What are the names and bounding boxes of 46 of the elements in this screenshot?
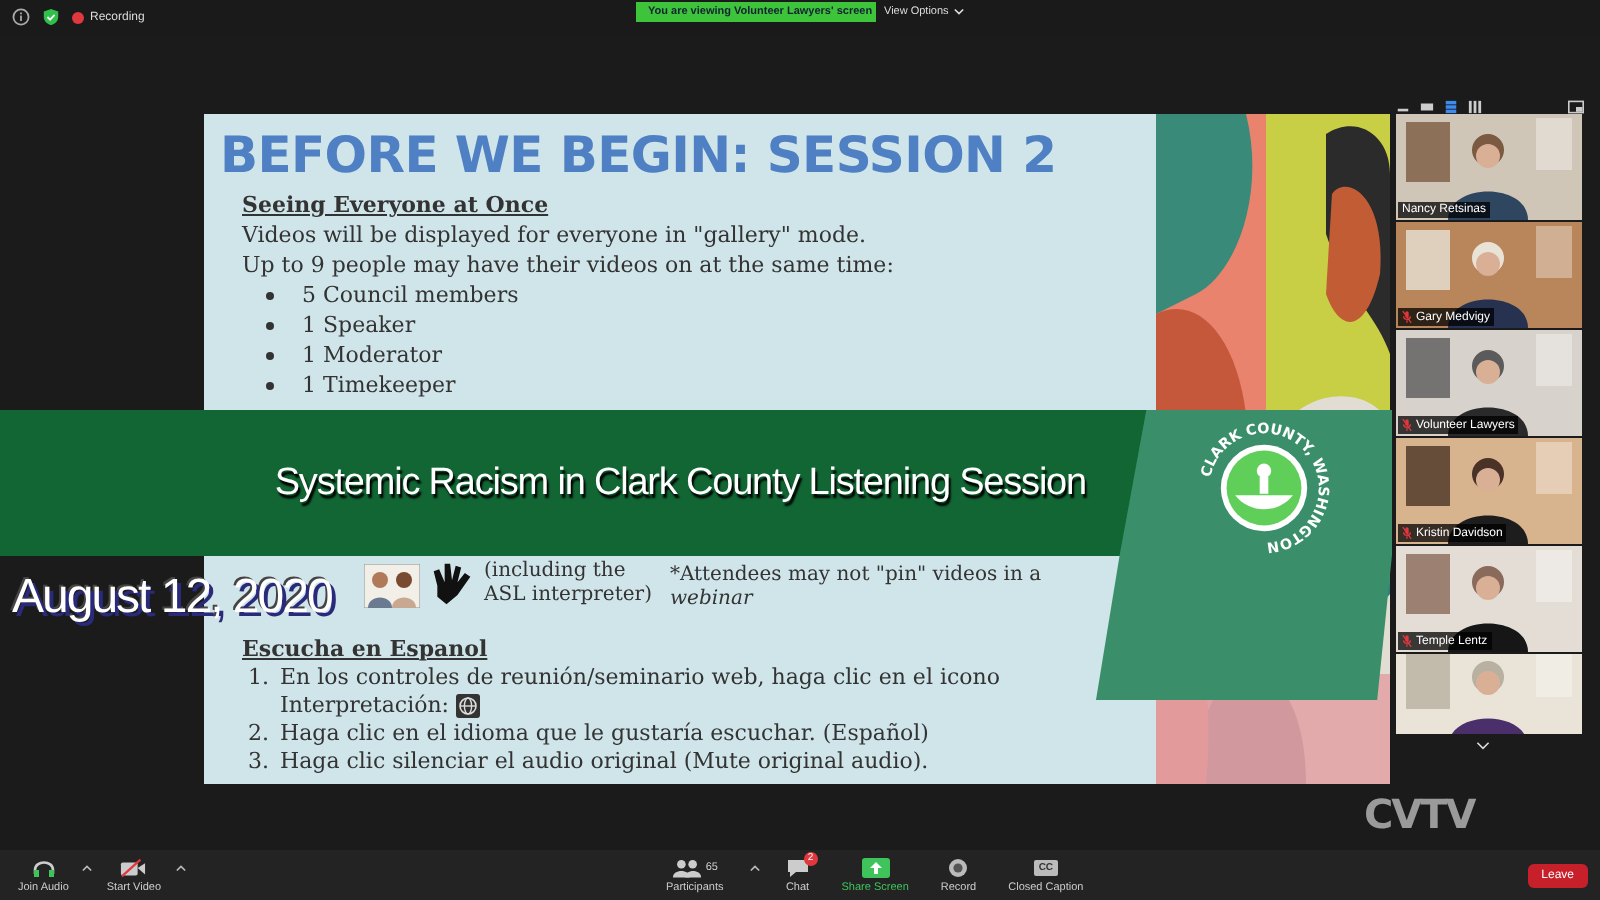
slide-text: Videos will be displayed for everyone in "gallery" mode. xyxy=(242,220,868,250)
slide-text: Up to 9 people may have their videos on at the same time: xyxy=(242,250,896,280)
people-icon xyxy=(671,857,702,877)
chevron-down-icon[interactable] xyxy=(1476,742,1490,750)
recording-dot-icon xyxy=(72,11,84,23)
grid-view-icon[interactable] xyxy=(1468,100,1482,114)
step-text: En los controles de reunión/seminario web, haga clic en el icono xyxy=(280,664,1000,690)
caret-up-icon[interactable] xyxy=(749,863,760,871)
bullet-dot-icon xyxy=(266,381,274,389)
slide-text: (including the xyxy=(484,560,628,584)
record-icon xyxy=(948,857,969,877)
strip-view-icon[interactable] xyxy=(1420,100,1434,114)
headphones-icon xyxy=(31,857,56,877)
slide-heading: Seeing Everyone at Once xyxy=(242,192,551,220)
bullet-dot-icon xyxy=(266,291,274,299)
step-text: Haga clic en el idioma que le gustaría escuchar. (Español) xyxy=(280,720,929,746)
shield-icon[interactable] xyxy=(42,8,60,26)
step-number: 2. xyxy=(248,720,271,748)
caret-up-icon[interactable] xyxy=(82,863,93,871)
chat-icon xyxy=(785,857,810,877)
step-number: 1. xyxy=(248,664,271,694)
video-off-icon xyxy=(120,857,147,877)
step-text: Interpretación: xyxy=(280,692,449,720)
step-number: 3. xyxy=(248,748,271,776)
window-icon[interactable] xyxy=(1568,100,1584,114)
banner-title: Systemic Racism in Clark County Listening Session xyxy=(274,461,1086,505)
caret-up-icon[interactable] xyxy=(175,863,186,871)
slide-title: BEFORE WE BEGIN: SESSION 2 xyxy=(220,126,1059,184)
slide-heading: Escucha en Espanol xyxy=(242,636,490,664)
bullet-text: 1 Speaker xyxy=(302,310,416,340)
slide-text: ASL interpreter) xyxy=(484,584,652,608)
bullet-text: 5 Council members xyxy=(302,280,519,310)
list-view-icon[interactable] xyxy=(1444,100,1458,114)
station-logo: CVTV xyxy=(1364,790,1475,838)
bullet-text: 1 Timekeeper xyxy=(302,370,456,400)
hand-icon xyxy=(430,560,474,608)
avatars-icon xyxy=(364,564,420,608)
note-text: *Attendees may not "pin" videos in a webinar xyxy=(669,564,1044,612)
bullet-text: 1 Moderator xyxy=(302,340,443,370)
bullet-dot-icon xyxy=(266,351,274,359)
share-screen-icon xyxy=(861,857,890,877)
bullet-dot-icon xyxy=(266,321,274,329)
info-icon[interactable] xyxy=(12,8,30,26)
globe-icon xyxy=(455,694,479,718)
step-text: Haga clic silenciar el audio original (Mute original audio). xyxy=(280,748,929,774)
caret-icon xyxy=(954,8,965,16)
